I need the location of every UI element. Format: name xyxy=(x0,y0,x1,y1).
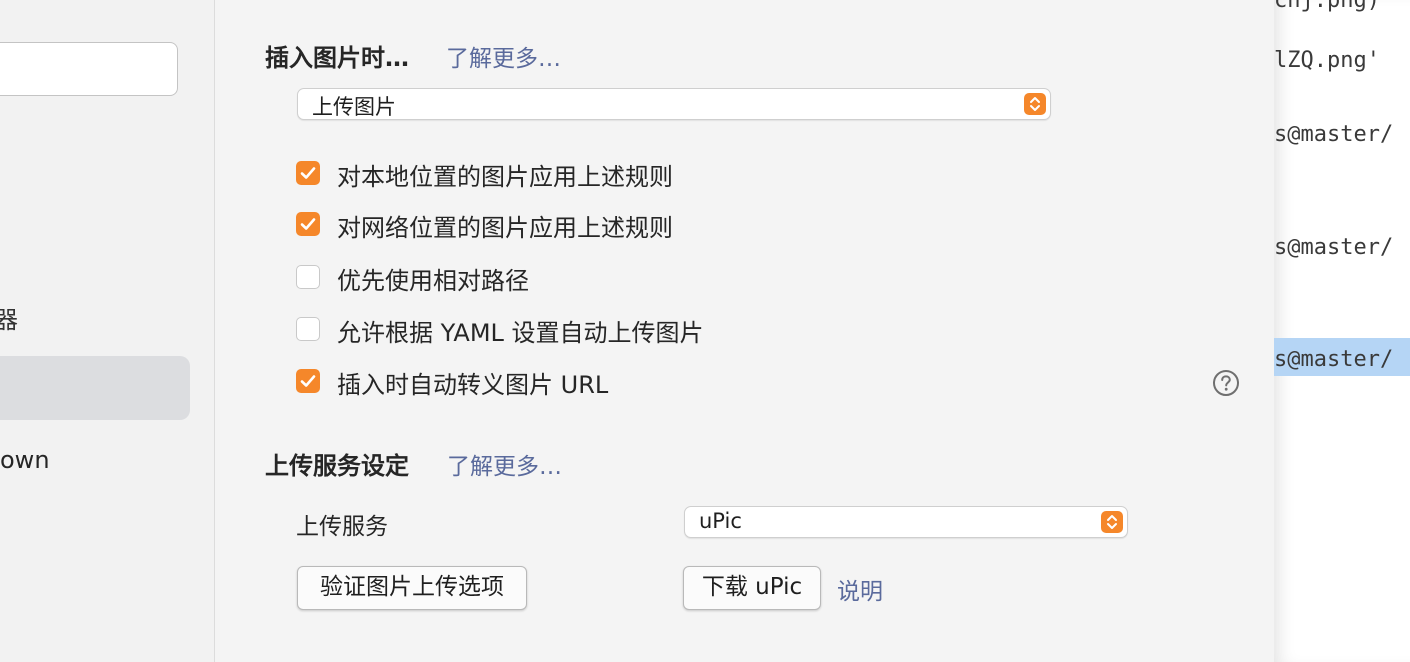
preferences-sidebar: 器 own xyxy=(0,0,215,662)
download-upic-button[interactable]: 下载 uPic xyxy=(683,566,821,610)
help-icon[interactable] xyxy=(1212,369,1240,397)
image-insert-learn-more-link[interactable]: 了解更多… xyxy=(446,39,561,73)
code-line: cnj.png) xyxy=(1274,0,1380,13)
option-label: 对网络位置的图片应用上述规则 xyxy=(337,214,673,242)
checkbox-unchecked[interactable] xyxy=(296,265,320,289)
upload-service-select[interactable]: uPic xyxy=(684,506,1128,538)
sidebar-search-input[interactable] xyxy=(0,42,178,96)
upload-service-label: 上传服务 xyxy=(296,514,388,540)
checkbox-unchecked[interactable] xyxy=(296,317,320,341)
chevron-up-down-icon xyxy=(1024,93,1046,115)
editor-pane[interactable]: cnj.png) lZQ.png' s@master/ s@master/ s@… xyxy=(1274,0,1410,662)
checkbox-checked[interactable] xyxy=(296,212,320,236)
explain-link[interactable]: 说明 xyxy=(837,572,883,606)
image-insert-title: 插入图片时… xyxy=(265,44,409,72)
image-insert-action-select[interactable]: 上传图片 xyxy=(297,88,1051,120)
option-label: 对本地位置的图片应用上述规则 xyxy=(337,163,673,191)
upload-service-value: uPic xyxy=(699,509,742,533)
option-label: 插入时自动转义图片 URL xyxy=(337,371,609,399)
upload-service-title: 上传服务设定 xyxy=(265,452,409,480)
sidebar-item-partial[interactable]: 器 xyxy=(0,300,18,335)
sidebar-item-selected[interactable] xyxy=(0,356,190,420)
code-line: lZQ.png' xyxy=(1274,48,1380,73)
option-label: 允许根据 YAML 设置自动上传图片 xyxy=(337,319,704,347)
chevron-up-down-icon xyxy=(1101,511,1123,533)
option-label: 优先使用相对路径 xyxy=(337,267,529,295)
image-insert-action-value: 上传图片 xyxy=(312,95,396,119)
checkbox-checked[interactable] xyxy=(296,161,320,185)
code-line: s@master/ xyxy=(1274,122,1394,147)
verify-upload-button[interactable]: 验证图片上传选项 xyxy=(297,566,527,610)
code-line: s@master/ xyxy=(1274,235,1394,260)
sidebar-item-markdown[interactable]: own xyxy=(0,446,50,474)
upload-learn-more-link[interactable]: 了解更多… xyxy=(447,447,562,481)
code-line: s@master/ xyxy=(1274,347,1394,372)
checkbox-checked[interactable] xyxy=(296,369,320,393)
